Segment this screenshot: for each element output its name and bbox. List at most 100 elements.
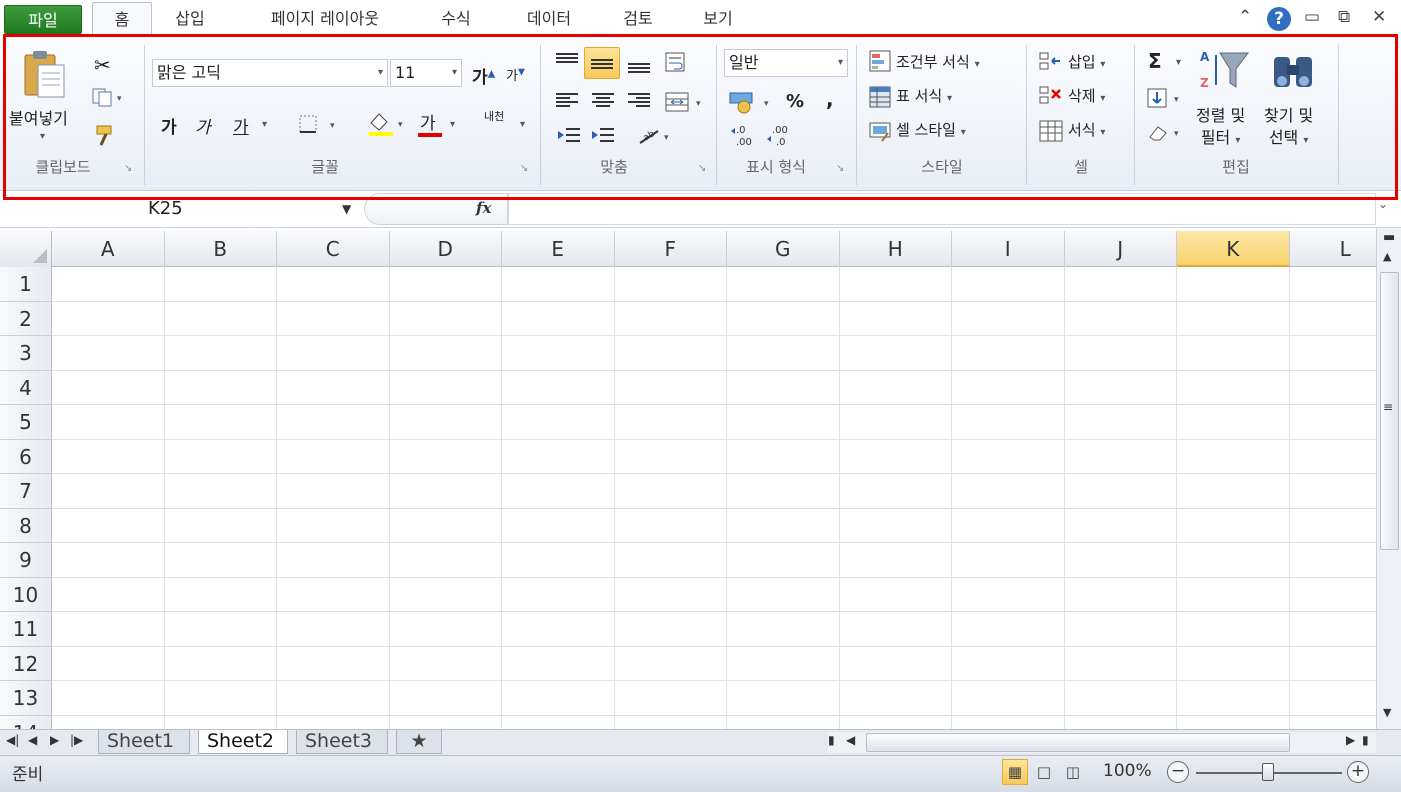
row-header-5[interactable]: 5 xyxy=(0,405,52,440)
paste-button[interactable]: 붙여넣기 xyxy=(9,105,68,129)
horizontal-scrollbar[interactable]: ▮ ◀ ▶ ▮ xyxy=(828,732,1376,753)
sheet-tab-2[interactable]: Sheet2 xyxy=(198,730,288,754)
underline-dropdown-icon[interactable]: ▾ xyxy=(262,119,267,130)
font-size-combo[interactable]: 11 ▾ xyxy=(390,59,462,87)
comma-button[interactable]: , xyxy=(826,87,834,111)
conditional-format-icon[interactable] xyxy=(868,49,892,77)
tab-insert[interactable]: 삽입 xyxy=(165,6,215,32)
font-name-combo[interactable]: 맑은 고딕 ▾ xyxy=(152,59,388,87)
increase-decimal-icon[interactable]: .0.00 xyxy=(730,123,758,151)
restore-window-icon[interactable]: ⧉ xyxy=(1338,7,1350,27)
minimize-ribbon-icon[interactable]: ⌃ xyxy=(1238,7,1252,27)
tab-home[interactable]: 홈 xyxy=(92,2,152,36)
grow-font-button[interactable]: 가▲ xyxy=(472,63,495,88)
wrap-text-icon[interactable] xyxy=(664,51,690,77)
percent-button[interactable]: % xyxy=(786,91,804,112)
prev-sheet-icon[interactable]: ◀ xyxy=(28,733,37,747)
alignment-launcher-icon[interactable]: ↘ xyxy=(698,163,706,174)
row-header-13[interactable]: 13 xyxy=(0,681,52,716)
formula-input[interactable] xyxy=(508,193,1376,225)
tab-review[interactable]: 검토 xyxy=(612,6,664,32)
close-window-icon[interactable]: ✕ xyxy=(1372,7,1386,27)
scroll-up-icon[interactable]: ▲ xyxy=(1383,250,1391,263)
underline-button[interactable]: 가 xyxy=(233,113,249,138)
phonetic-button[interactable]: 내천 xyxy=(484,111,504,122)
align-left-icon[interactable] xyxy=(556,91,578,109)
tab-view[interactable]: 보기 xyxy=(692,6,744,32)
column-header-l[interactable]: L xyxy=(1290,231,1377,267)
split-handle-icon[interactable]: ▮ xyxy=(1362,733,1369,747)
sheet-tab-3[interactable]: Sheet3 xyxy=(296,730,388,754)
delete-cells-icon[interactable] xyxy=(1038,85,1064,111)
column-header-e[interactable]: E xyxy=(502,231,615,267)
scroll-down-icon[interactable]: ▼ xyxy=(1383,706,1391,719)
worksheet-grid[interactable]: ABCDEFGHIJKL 1234567891011121314 xyxy=(0,231,1376,729)
tab-file[interactable]: 파일 xyxy=(4,5,82,34)
increase-indent-icon[interactable] xyxy=(590,125,616,151)
column-header-b[interactable]: B xyxy=(165,231,277,267)
sheet-tab-1[interactable]: Sheet1 xyxy=(98,730,190,754)
merge-center-icon[interactable]: ▾ xyxy=(664,91,708,117)
insert-sheet-icon[interactable]: ★ xyxy=(396,730,442,754)
column-header-i[interactable]: I xyxy=(952,231,1065,267)
row-header-7[interactable]: 7 xyxy=(0,474,52,509)
orientation-icon[interactable]: ab ▾ xyxy=(636,125,676,151)
find-select-icon[interactable] xyxy=(1270,49,1318,97)
decrease-indent-icon[interactable] xyxy=(556,125,582,151)
column-header-d[interactable]: D xyxy=(390,231,502,267)
split-handle-icon[interactable]: ▮ xyxy=(828,733,835,747)
copy-icon[interactable]: ▾ xyxy=(92,87,126,111)
split-handle-icon[interactable]: ▬ xyxy=(1383,230,1395,245)
tab-data[interactable]: 데이터 xyxy=(514,6,584,32)
paste-dropdown-icon[interactable]: ▾ xyxy=(40,131,45,142)
row-header-2[interactable]: 2 xyxy=(0,301,52,336)
expand-formula-bar-icon[interactable]: ⌄ xyxy=(1378,197,1388,211)
insert-function-icon[interactable]: fx xyxy=(476,199,491,217)
shrink-font-button[interactable]: 가▼ xyxy=(506,65,525,84)
zoom-slider-thumb[interactable] xyxy=(1262,763,1274,781)
scroll-right-icon[interactable]: ▶ xyxy=(1346,733,1355,747)
accounting-format-icon[interactable]: ▾ xyxy=(728,89,774,119)
format-painter-icon[interactable] xyxy=(94,123,120,151)
row-header-8[interactable]: 8 xyxy=(0,508,52,543)
align-center-icon[interactable] xyxy=(592,91,614,109)
format-button[interactable]: 서식 ▾ xyxy=(1068,119,1105,140)
format-as-table-icon[interactable] xyxy=(868,85,892,113)
page-break-view-button[interactable]: ◫ xyxy=(1060,759,1086,785)
tab-formulas[interactable]: 수식 xyxy=(430,6,482,32)
number-launcher-icon[interactable]: ↘ xyxy=(836,163,844,174)
first-sheet-icon[interactable]: ◀​| xyxy=(6,733,19,747)
align-bottom-icon[interactable] xyxy=(628,61,650,75)
column-header-c[interactable]: C xyxy=(277,231,390,267)
delete-button[interactable]: 삭제 ▾ xyxy=(1068,85,1105,106)
row-header-6[interactable]: 6 xyxy=(0,439,52,474)
sort-filter-icon[interactable]: AZ xyxy=(1198,47,1250,97)
last-sheet-icon[interactable]: |▶ xyxy=(70,733,83,747)
cut-icon[interactable]: ✂ xyxy=(94,53,111,77)
font-color-dropdown-icon[interactable]: ▾ xyxy=(450,119,455,130)
fill-icon[interactable]: ▾ xyxy=(1146,87,1184,113)
row-header-9[interactable]: 9 xyxy=(0,543,52,578)
horizontal-scroll-thumb[interactable] xyxy=(866,733,1290,752)
column-header-h[interactable]: H xyxy=(840,231,952,267)
row-header-14[interactable]: 14 xyxy=(0,715,52,729)
zoom-out-button[interactable]: − xyxy=(1167,761,1189,783)
zoom-level[interactable]: 100% xyxy=(1103,761,1152,781)
tab-page-layout[interactable]: 페이지 레이아웃 xyxy=(250,6,400,32)
italic-button[interactable]: 가 xyxy=(195,113,211,138)
name-box[interactable]: K25 ▼ xyxy=(0,194,362,224)
font-launcher-icon[interactable]: ↘ xyxy=(520,163,528,174)
autosum-button[interactable]: Σ xyxy=(1148,49,1162,73)
row-header-11[interactable]: 11 xyxy=(0,612,52,647)
chevron-down-icon[interactable]: ▼ xyxy=(342,194,351,224)
cell-styles-icon[interactable] xyxy=(868,119,892,147)
conditional-format-button[interactable]: 조건부 서식 ▾ xyxy=(896,51,980,72)
column-header-a[interactable]: A xyxy=(52,231,165,267)
row-header-12[interactable]: 12 xyxy=(0,646,52,681)
insert-button[interactable]: 삽입 ▾ xyxy=(1068,51,1105,72)
insert-cells-icon[interactable] xyxy=(1038,51,1064,77)
autosum-dropdown-icon[interactable]: ▾ xyxy=(1176,57,1181,68)
phonetic-dropdown-icon[interactable]: ▾ xyxy=(520,119,525,130)
column-header-f[interactable]: F xyxy=(615,231,727,267)
sort-filter-button[interactable]: 정렬 및 필터 ▾ xyxy=(1196,105,1245,152)
